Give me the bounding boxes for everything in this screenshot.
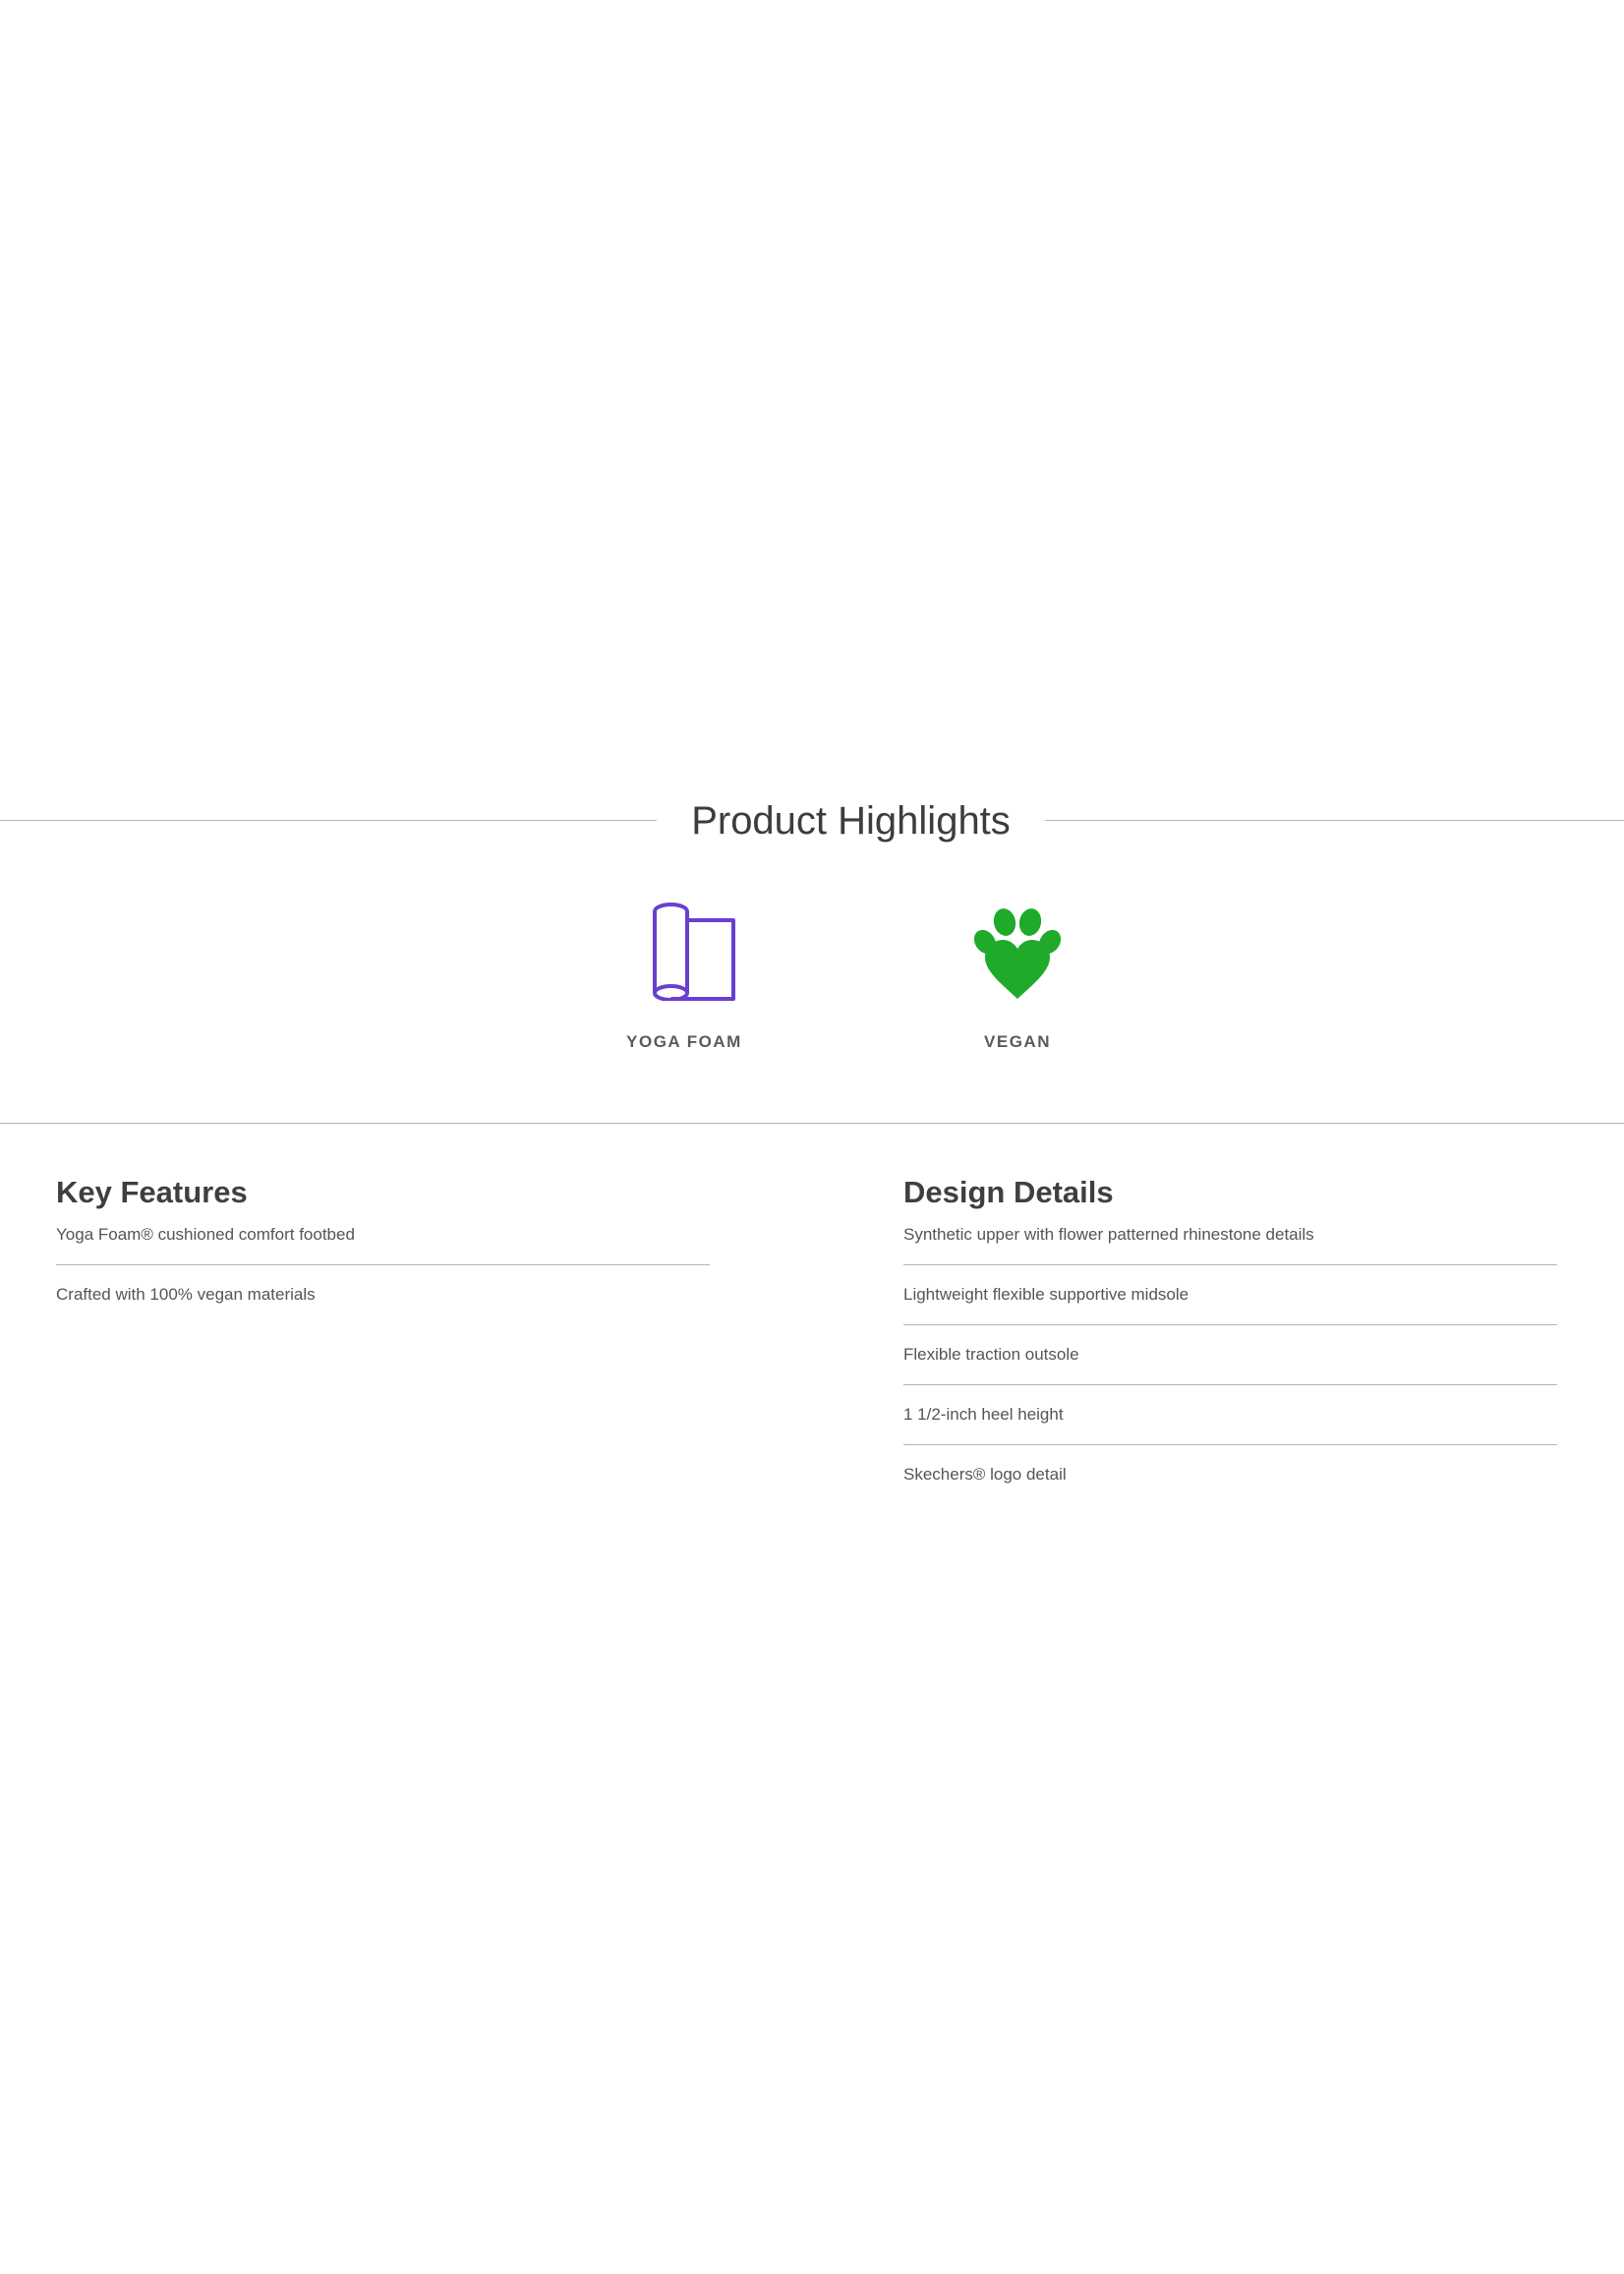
product-highlights-header: Product Highlights [0,791,1624,850]
highlight-vegan: VEGAN [919,903,1116,1052]
list-item: Yoga Foam® cushioned comfort footbed [56,1223,710,1265]
list-item: Lightweight flexible supportive midsole [903,1283,1557,1325]
divider-left [0,820,657,821]
design-details-section: Design Details Synthetic upper with flow… [903,1170,1557,1522]
list-item: 1 1/2-inch heel height [903,1403,1557,1445]
highlight-label: VEGAN [984,1032,1051,1051]
key-features-heading: Key Features [56,1175,248,1209]
list-item: Skechers® logo detail [903,1465,1067,1484]
section-title: Product Highlights [691,799,1011,843]
key-features-section: Key Features Yoga Foam® cushioned comfor… [56,1170,710,1342]
highlight-label: YOGA FOAM [626,1032,742,1051]
list-item: Flexible traction outsole [903,1343,1557,1385]
yoga-mat-icon [653,903,735,1001]
key-features-list: Yoga Foam® cushioned comfort footbed Cra… [56,1223,710,1324]
list-item: Crafted with 100% vegan materials [56,1285,316,1304]
design-details-list: Synthetic upper with flower patterned rh… [903,1223,1557,1504]
highlight-yoga-foam: YOGA FOAM [586,903,783,1052]
design-details-heading: Design Details [903,1175,1114,1209]
section-divider [0,1123,1624,1124]
list-item: Synthetic upper with flower patterned rh… [903,1223,1557,1265]
page: Product Highlights YOGA FOAM VEGAN Key F… [0,0,1624,2274]
divider-right [1045,820,1624,821]
paw-heart-icon [973,908,1062,999]
